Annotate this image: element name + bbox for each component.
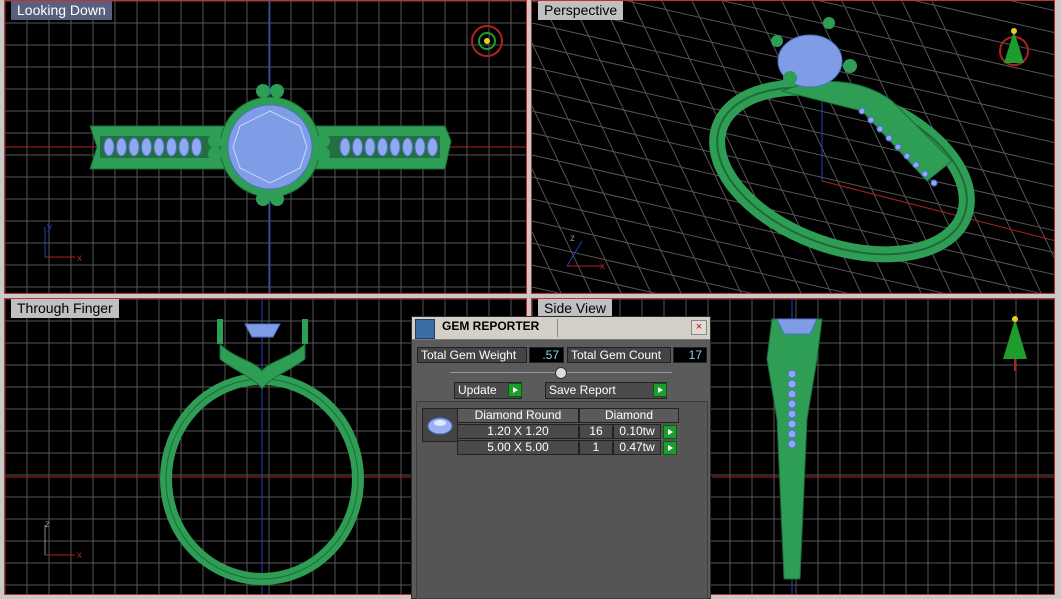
table-cell-size: 1.20 X 1.20 bbox=[457, 424, 579, 439]
divider-slider-knob[interactable] bbox=[555, 367, 567, 379]
svg-text:x: x bbox=[77, 253, 82, 264]
looking-down-scene: x y bbox=[5, 1, 526, 293]
table-cell-size: 5.00 X 5.00 bbox=[457, 440, 579, 455]
svg-text:x: x bbox=[77, 550, 82, 561]
dialog-titlebar[interactable]: GEM REPORTER × bbox=[412, 317, 710, 340]
table-cell-count: 16 bbox=[579, 424, 613, 439]
perspective-scene: x z bbox=[532, 1, 1054, 293]
table-cell-weight: 0.10tw bbox=[613, 424, 661, 439]
viewport-looking-down[interactable]: x y Looking Down bbox=[4, 0, 527, 294]
title-separator bbox=[557, 319, 558, 337]
viewport-perspective[interactable]: x z Perspective bbox=[531, 0, 1055, 294]
svg-text:y: y bbox=[47, 222, 52, 233]
play-arrow-icon[interactable] bbox=[663, 425, 677, 439]
dialog-title: GEM REPORTER bbox=[442, 319, 540, 333]
viewport-label: Perspective bbox=[538, 1, 624, 20]
svg-text:z: z bbox=[45, 519, 50, 530]
play-arrow-icon[interactable] bbox=[653, 383, 667, 397]
gem-reporter-logo-icon bbox=[415, 319, 435, 339]
viewport-label: Looking Down bbox=[11, 1, 112, 20]
total-gem-count-value: 17 bbox=[673, 347, 707, 363]
save-report-button[interactable]: Save Report bbox=[545, 382, 667, 399]
diamond-icon bbox=[422, 408, 458, 442]
table-cell-weight: 0.47tw bbox=[613, 440, 661, 455]
total-gem-count-label: Total Gem Count bbox=[567, 347, 671, 363]
table-header-type: Diamond bbox=[579, 408, 679, 423]
save-report-button-label: Save Report bbox=[549, 383, 616, 397]
table-header-shape: Diamond Round bbox=[457, 408, 579, 423]
total-gem-weight-label: Total Gem Weight bbox=[417, 347, 527, 363]
play-arrow-icon[interactable] bbox=[508, 383, 522, 397]
table-cell-count: 1 bbox=[579, 440, 613, 455]
viewport-label: Through Finger bbox=[11, 299, 119, 318]
close-icon[interactable]: × bbox=[691, 320, 707, 335]
svg-text:x: x bbox=[600, 261, 605, 272]
total-gem-weight-value: .57 bbox=[529, 347, 564, 363]
gem-reporter-dialog[interactable]: GEM REPORTER × Total Gem Weight .57 Tota… bbox=[411, 316, 711, 599]
play-arrow-icon[interactable] bbox=[663, 441, 677, 455]
update-button-label: Update bbox=[458, 383, 497, 397]
svg-text:z: z bbox=[570, 233, 575, 244]
